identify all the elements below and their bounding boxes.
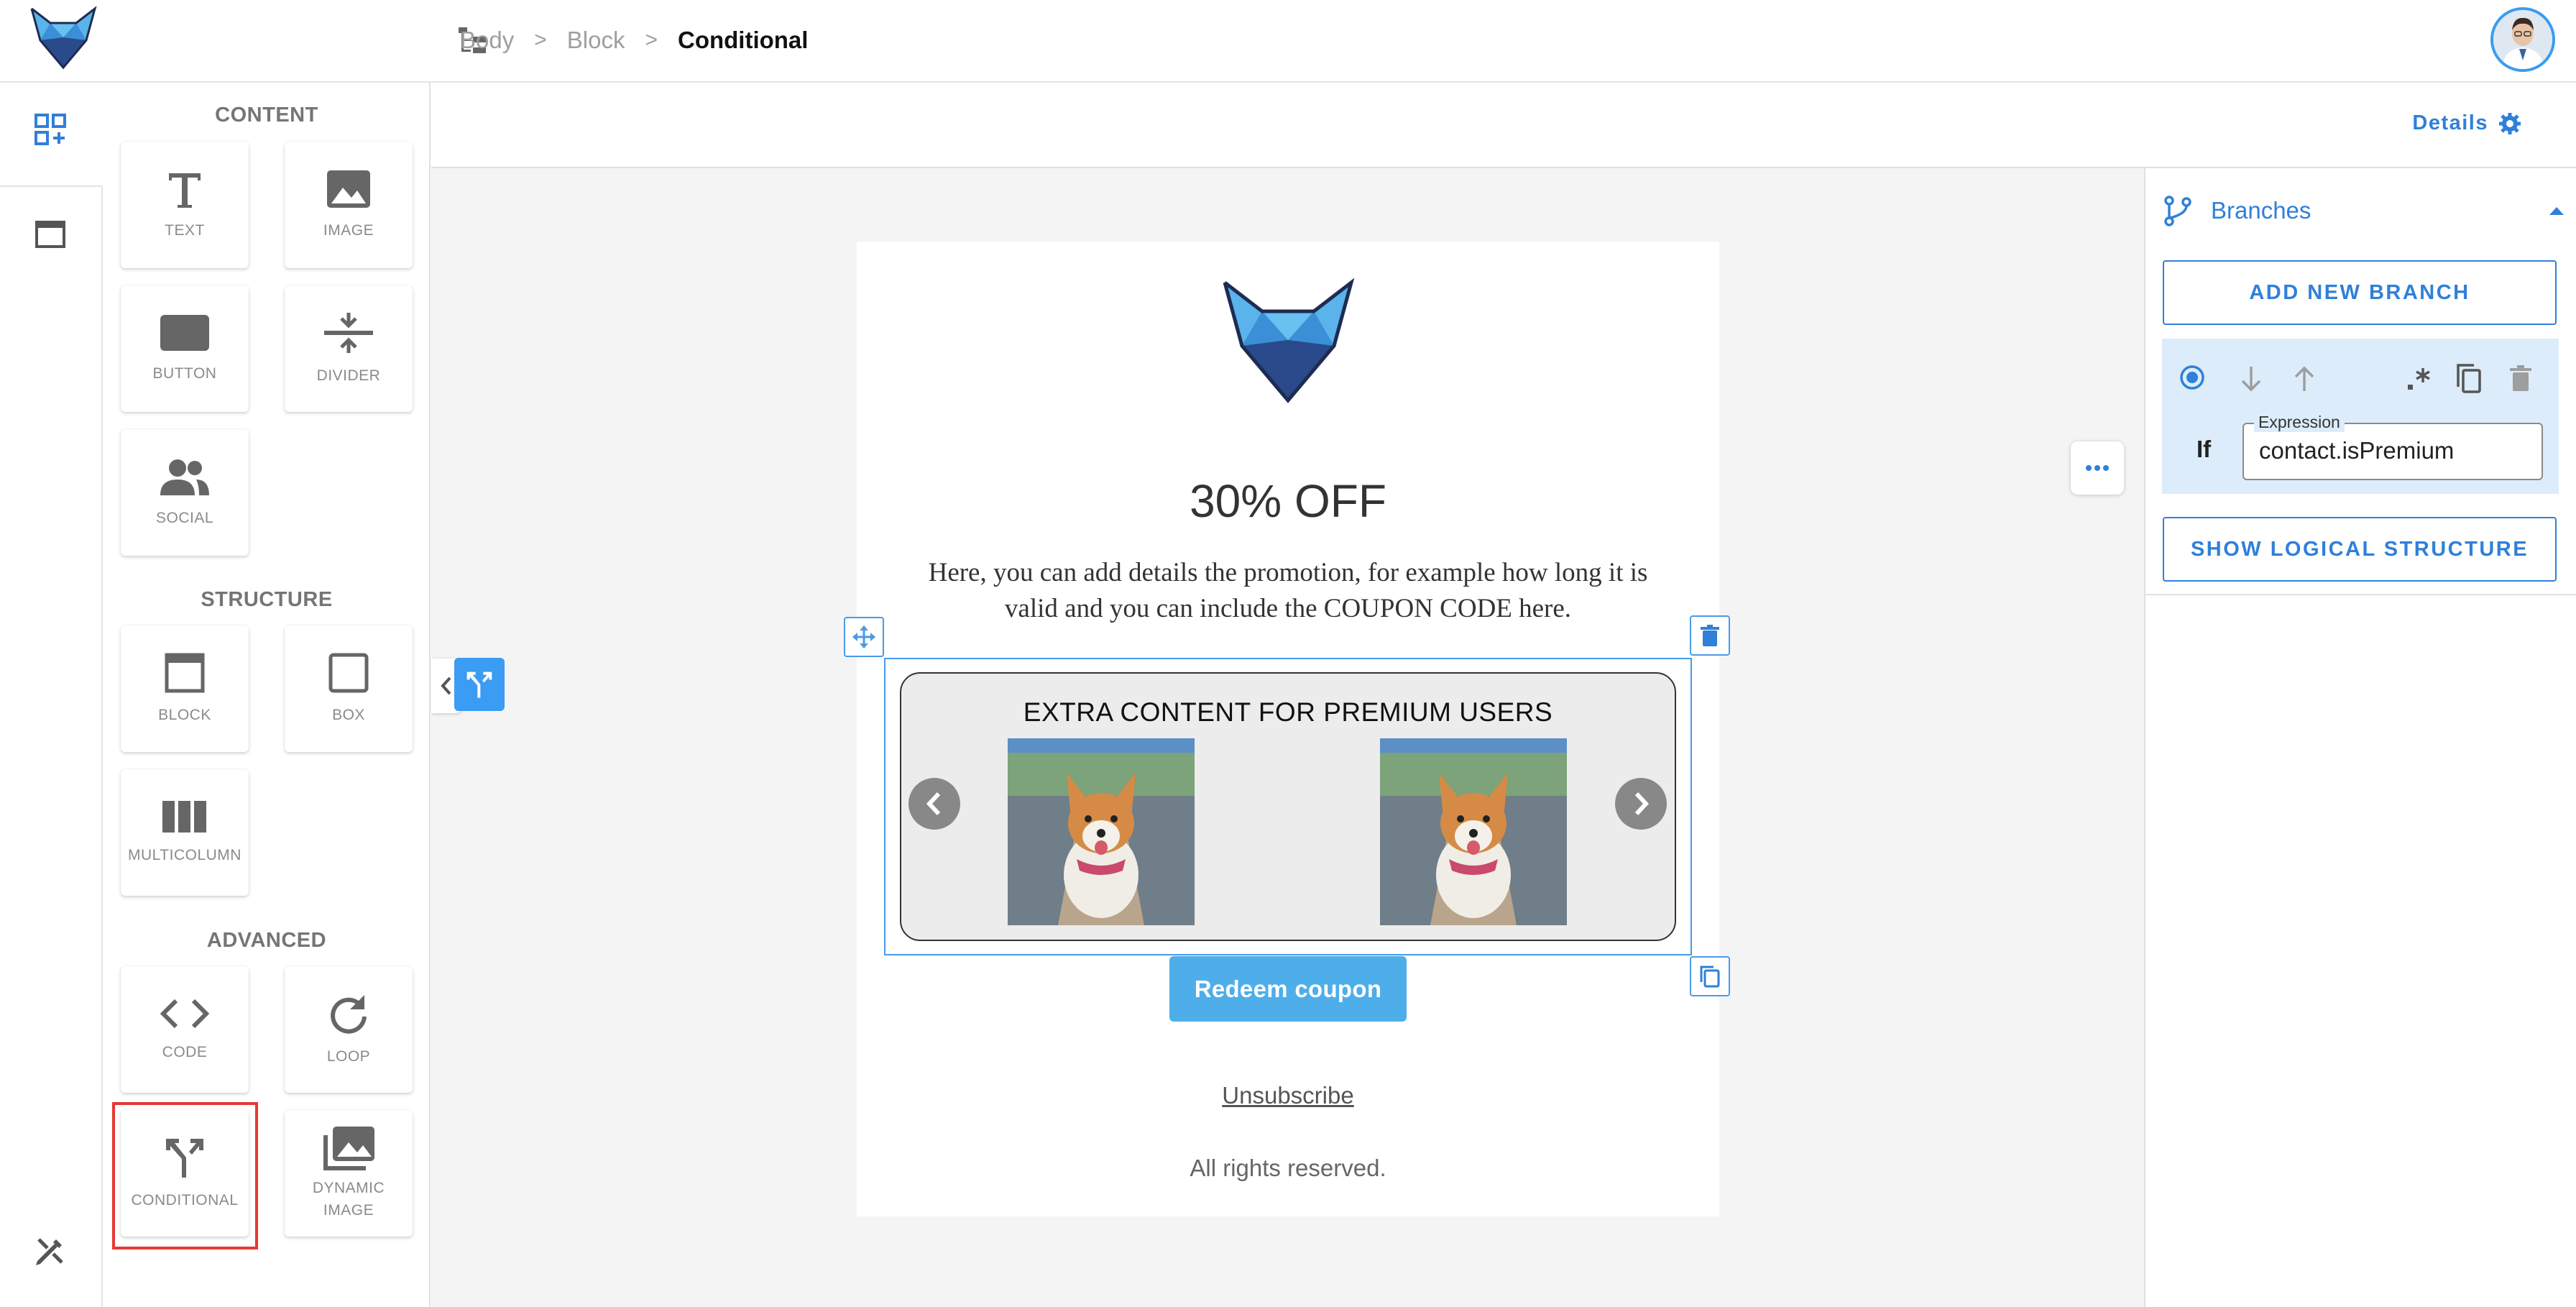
tile-button[interactable]: BUTTON (121, 285, 249, 412)
gear-icon (2498, 112, 2521, 135)
move-icon (852, 625, 875, 648)
carousel-prev-button[interactable] (908, 778, 960, 830)
top-bar (0, 0, 2576, 83)
branch-icon (2163, 195, 2192, 226)
layout-icon[interactable] (34, 220, 66, 249)
duplicate-block-button[interactable] (1690, 956, 1730, 996)
tile-text[interactable]: TEXT (121, 142, 249, 268)
tile-label: DYNAMIC (312, 1180, 385, 1196)
move-block-button[interactable] (844, 617, 884, 657)
tile-image[interactable]: IMAGE (285, 142, 413, 268)
tile-label: TEXT (165, 221, 205, 239)
panel-divider (2145, 594, 2576, 595)
trash-icon (1701, 625, 1719, 646)
rights-text: All rights reserved. (1190, 1155, 1386, 1181)
breadcrumb-block[interactable]: Block (567, 27, 625, 54)
delete-block-button[interactable] (1690, 615, 1730, 656)
details-label: Details (2412, 111, 2488, 134)
breadcrumb-conditional: Conditional (677, 27, 809, 53)
tile-label: SOCIAL (155, 509, 214, 526)
tile-label: IMAGE (323, 221, 374, 239)
breadcrumb-body[interactable]: Body (460, 27, 514, 54)
arrow-up-icon[interactable] (2293, 365, 2316, 393)
expression-value[interactable]: contact.isPremium (2259, 437, 2454, 464)
app-logo[interactable] (27, 6, 99, 70)
copy-icon[interactable] (2455, 362, 2483, 394)
branches-title: Branches (2211, 197, 2312, 224)
trash-icon[interactable] (2510, 365, 2531, 391)
section-title-advanced: ADVANCED (206, 929, 327, 952)
arrow-down-icon[interactable] (2240, 365, 2263, 393)
left-rail (0, 83, 103, 1307)
carousel-image (1008, 738, 1195, 925)
premium-content-text: EXTRA CONTENT FOR PREMIUM USERS (1023, 697, 1553, 727)
email-title[interactable]: 30% OFF (857, 474, 1719, 528)
tile-code[interactable]: CODE (121, 966, 249, 1093)
tile-loop[interactable]: LOOP (285, 966, 413, 1093)
copy-icon (1700, 966, 1720, 988)
text-icon (165, 169, 205, 209)
email-body-line: Here, you can add details the promotion,… (928, 558, 1648, 587)
image-icon (326, 169, 372, 209)
conditional-block-indicator[interactable] (454, 658, 505, 711)
more-horizontal-icon (2086, 465, 2109, 471)
chevron-right-icon (1634, 792, 1650, 816)
email-body-text[interactable]: Here, you can add details the promotion,… (895, 555, 1681, 627)
social-icon (159, 457, 211, 497)
tile-dynamic-image[interactable]: DYNAMIC IMAGE (285, 1110, 413, 1237)
email-logo (1216, 277, 1360, 406)
email-body-line: valid and you can include the COUPON COD… (1004, 594, 1572, 623)
expression-label: Expression (2254, 413, 2345, 432)
tile-label: IMAGE (323, 1202, 374, 1219)
dynamic-image-icon (321, 1125, 376, 1171)
more-options-button[interactable] (2071, 441, 2124, 495)
tile-block[interactable]: BLOCK (121, 625, 249, 752)
tile-social[interactable]: SOCIAL (121, 429, 249, 556)
block-icon (164, 652, 206, 694)
details-button[interactable]: Details (2412, 111, 2521, 135)
breadcrumb-separator: > (534, 28, 547, 52)
chevron-up-icon[interactable] (2549, 206, 2564, 216)
tile-label: CODE (162, 1043, 208, 1060)
tile-box[interactable]: BOX (285, 625, 413, 752)
tile-label: LOOP (326, 1047, 371, 1065)
branches-header[interactable]: Branches (2163, 191, 2566, 231)
divider-icon (324, 311, 373, 354)
canvas-header (431, 83, 2576, 168)
button-icon (159, 313, 211, 352)
radio-selected-icon[interactable] (2179, 364, 2205, 390)
conditional-tile-highlight (112, 1102, 258, 1249)
unsubscribe-link[interactable]: Unsubscribe (857, 1082, 1719, 1109)
breadcrumb: Body > Block > Conditional (460, 20, 808, 60)
add-blocks-icon[interactable] (33, 112, 68, 147)
add-new-branch-button[interactable]: ADD NEW BRANCH (2163, 260, 2557, 325)
tile-label: BLOCK (158, 706, 211, 723)
regex-icon[interactable] (2406, 365, 2432, 391)
show-logical-structure-button[interactable]: SHOW LOGICAL STRUCTURE (2163, 517, 2557, 582)
design-tools-icon[interactable] (33, 1234, 68, 1268)
avatar[interactable] (2490, 7, 2555, 72)
if-label: If (2196, 436, 2212, 462)
carousel-next-button[interactable] (1615, 778, 1667, 830)
carousel-image (1380, 738, 1567, 925)
section-title-content: CONTENT (215, 104, 318, 127)
chevron-left-icon (926, 792, 941, 816)
tile-divider[interactable]: DIVIDER (285, 285, 413, 412)
breadcrumb-separator: > (645, 28, 658, 52)
conditional-icon (466, 671, 492, 698)
chevron-left-icon (441, 677, 451, 695)
box-icon (328, 652, 369, 694)
code-icon (159, 996, 211, 1031)
tile-multicolumn[interactable]: MULTICOLUMN (121, 769, 249, 896)
redeem-coupon-button[interactable]: Redeem coupon (1169, 956, 1407, 1022)
multicolumn-icon (162, 799, 207, 834)
section-title-structure: STRUCTURE (201, 588, 333, 611)
tile-label: MULTICOLUMN (128, 846, 242, 863)
tile-label: DIVIDER (316, 367, 381, 384)
tile-label: BUTTON (152, 364, 217, 382)
loop-icon (327, 992, 370, 1035)
tile-label: BOX (332, 706, 365, 723)
